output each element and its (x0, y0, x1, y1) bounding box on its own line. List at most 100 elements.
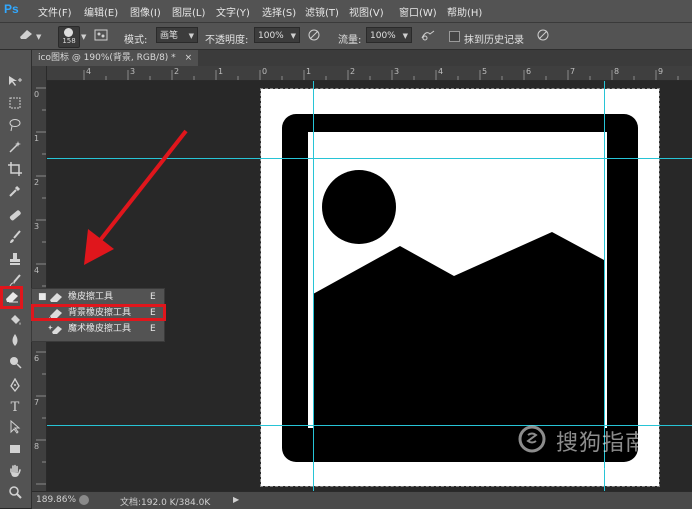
ruler-label: 6 (526, 67, 532, 76)
flow-field[interactable]: 100% ▼ (366, 27, 412, 43)
document-tab-title: ico图标 @ 190%(背景, RGB/8) * (38, 53, 176, 63)
menu-select[interactable]: 选择(S) (262, 4, 296, 19)
type-tool-icon[interactable]: T (4, 399, 26, 417)
ruler-label: 0 (262, 67, 268, 76)
vertical-ruler[interactable]: 0 1 2 3 4 5 6 7 8 (32, 66, 47, 491)
horizontal-ruler[interactable]: 4 3 2 1 0 1 2 3 4 5 6 7 8 9 (46, 66, 692, 81)
ruler-label: 8 (34, 442, 40, 451)
eraser-tool-icon[interactable] (3, 289, 21, 307)
magic-eraser-icon (48, 324, 64, 335)
ruler-label: 4 (34, 266, 40, 275)
ruler-label: 6 (34, 354, 40, 363)
menu-window[interactable]: 窗口(W) (399, 4, 437, 19)
flyout-item-shortcut: E (150, 324, 156, 334)
ruler-label: 8 (614, 67, 620, 76)
brush-tool-icon[interactable] (4, 230, 26, 248)
healing-brush-tool-icon[interactable] (4, 208, 26, 226)
flow-label: 流量: (338, 35, 362, 46)
brush-dropdown-arrow-icon[interactable]: ▼ (81, 33, 86, 41)
ruler-label: 4 (438, 67, 444, 76)
menu-help[interactable]: 帮助(H) (447, 4, 482, 19)
document-size: 文档:192.0 K/384.0K (120, 498, 211, 508)
marquee-tool-icon[interactable] (4, 96, 26, 114)
menu-layer[interactable]: 图层(L) (172, 4, 205, 19)
path-selection-tool-icon[interactable] (4, 419, 26, 438)
annotation-arrow-icon (84, 129, 188, 265)
eyedropper-tool-icon[interactable] (4, 184, 26, 202)
watermark-url: zhinan.sogou.com (520, 466, 612, 477)
ruler-label: 1 (34, 134, 40, 143)
magic-wand-tool-icon[interactable] (4, 140, 26, 158)
status-bar: 189.86% 文档:192.0 K/384.0K ▶ (32, 491, 692, 509)
pen-tool-icon[interactable] (4, 377, 26, 396)
flyout-item-label: 魔术橡皮擦工具 (68, 324, 132, 334)
airbrush-icon[interactable] (420, 28, 435, 42)
brush-panel-icon[interactable] (94, 28, 108, 42)
ruler-label: 1 (218, 67, 224, 76)
status-info-icon[interactable] (79, 495, 89, 505)
eraser-tool-preset-icon[interactable] (18, 28, 32, 42)
document-tab[interactable]: ico图标 @ 190%(背景, RGB/8) * × (32, 50, 199, 66)
menu-type[interactable]: 文字(Y) (216, 4, 250, 19)
crop-tool-icon[interactable] (4, 162, 26, 180)
flyout-item-eraser[interactable]: ■ 橡皮擦工具 E (34, 290, 162, 305)
ruler-label: 7 (34, 398, 40, 407)
ruler-label: 3 (130, 67, 136, 76)
status-menu-arrow-icon[interactable]: ▶ (233, 495, 239, 504)
blur-tool-icon[interactable] (4, 333, 26, 351)
watermark-text: 搜狗指南 (556, 431, 649, 456)
menu-view[interactable]: 视图(V) (349, 4, 384, 19)
ruler-label: 2 (350, 67, 356, 76)
opacity-field[interactable]: 100% ▼ (254, 27, 300, 43)
clone-stamp-tool-icon[interactable] (4, 252, 26, 270)
flyout-item-label: 橡皮擦工具 (68, 292, 114, 302)
active-bullet-icon: ■ (38, 292, 47, 302)
opacity-value: 100% (258, 31, 284, 41)
rectangle-tool-icon[interactable] (4, 442, 26, 460)
lasso-tool-icon[interactable] (4, 118, 26, 136)
preset-dropdown-arrow-icon[interactable]: ▼ (36, 33, 41, 41)
brush-preview[interactable]: 158 (58, 26, 80, 48)
ruler-label: 7 (570, 67, 576, 76)
flyout-item-shortcut: E (150, 292, 156, 302)
flyout-item-magic-eraser[interactable]: 魔术橡皮擦工具 E (34, 322, 162, 337)
menu-filter[interactable]: 滤镜(T) (305, 4, 339, 19)
ruler-label: 1 (306, 67, 312, 76)
brush-dot-icon (64, 28, 73, 37)
vertical-guide[interactable] (313, 81, 314, 491)
erase-history-label: 抹到历史记录 (464, 35, 524, 46)
ruler-label: 5 (482, 67, 488, 76)
ruler-label: 9 (658, 67, 664, 76)
ruler-label: 0 (34, 90, 40, 99)
menu-image[interactable]: 图像(I) (130, 4, 161, 19)
brush-size: 158 (62, 37, 76, 45)
mode-value: 画笔 (160, 31, 179, 41)
opacity-label: 不透明度: (205, 35, 249, 46)
paint-bucket-tool-icon[interactable] (4, 313, 26, 331)
flow-value: 100% (370, 31, 396, 41)
ruler-label: 2 (34, 178, 40, 187)
options-bar: ▼ 158 ▼ 模式: 画笔 ▼ 不透明度: 100% ▼ 流量: 100% ▼ 抹到… (0, 23, 692, 50)
menu-bar: Ps 文件(F) 编辑(E) 图像(I) 图层(L) 文字(Y) 选择(S) 滤… (0, 0, 692, 23)
dodge-tool-icon[interactable] (4, 355, 26, 373)
zoom-tool-icon[interactable] (4, 485, 26, 503)
mode-dropdown[interactable]: 画笔 ▼ (156, 27, 198, 43)
sogou-watermark-logo-icon (518, 425, 546, 453)
eraser-icon (48, 292, 64, 303)
erase-history-checkbox[interactable] (449, 31, 460, 42)
background-eraser-highlight (31, 304, 166, 321)
zoom-level[interactable]: 189.86% (36, 495, 76, 505)
move-tool-icon[interactable] (4, 74, 26, 92)
pressure-size-icon[interactable] (536, 28, 550, 42)
hand-tool-icon[interactable] (4, 464, 26, 482)
chevron-down-icon: ▼ (402, 32, 408, 40)
close-tab-icon[interactable]: × (185, 53, 193, 63)
menu-edit[interactable]: 编辑(E) (84, 4, 118, 19)
menu-file[interactable]: 文件(F) (38, 4, 72, 19)
pressure-opacity-icon[interactable] (307, 28, 321, 42)
ruler-label: 2 (174, 67, 180, 76)
ruler-label: 3 (34, 222, 40, 231)
photoshop-logo: Ps (4, 2, 19, 16)
ruler-label: 3 (394, 67, 400, 76)
mode-label: 模式: (124, 35, 148, 46)
